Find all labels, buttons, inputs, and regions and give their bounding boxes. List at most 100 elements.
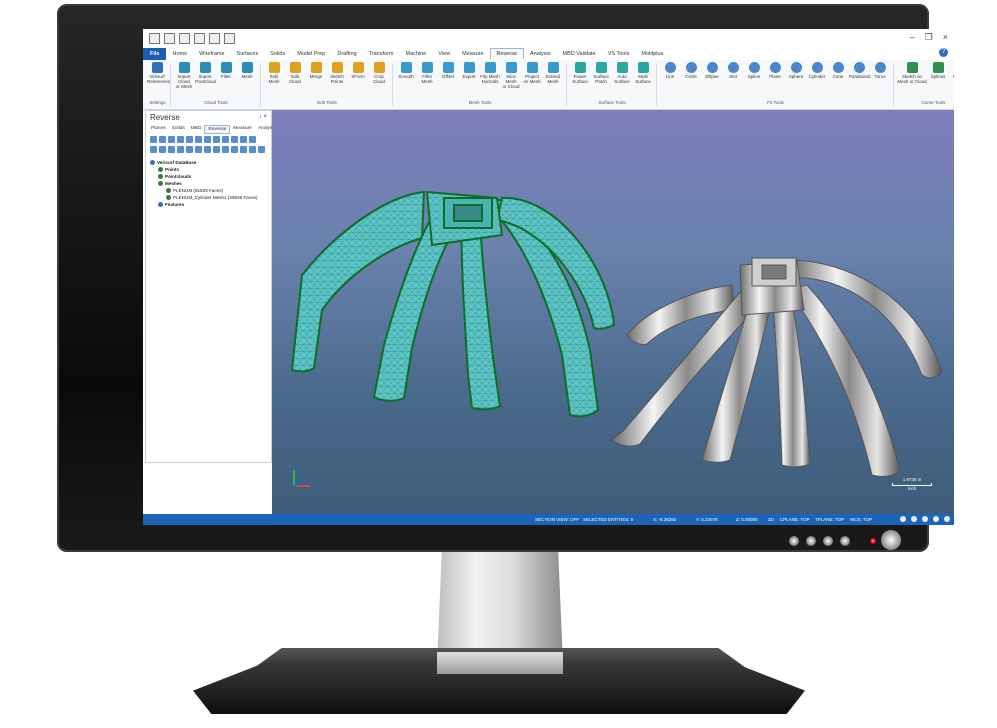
ribbon-tool-sketch-points[interactable]: Sketch Points	[327, 62, 347, 84]
ribbon-tool-filter[interactable]: Filter	[216, 62, 236, 79]
panel-tab-reverse[interactable]: Reverse	[204, 125, 231, 134]
ribbon-tool-curve-fill[interactable]: Curve Fill	[949, 62, 954, 84]
tab-moldplus[interactable]: Moldplus	[635, 49, 669, 59]
panel-tool-icon[interactable]	[195, 136, 202, 143]
ribbon-tool-merge[interactable]: Merge	[306, 62, 326, 79]
ribbon-tool-mesh[interactable]: Mesh	[237, 62, 257, 79]
ribbon-tool-offset[interactable]: Offset	[438, 62, 458, 79]
panel-tool-icon[interactable]	[249, 136, 256, 143]
panel-tool-icon[interactable]	[150, 136, 157, 143]
panel-tab-mbd[interactable]: MBD	[188, 125, 205, 134]
ribbon-tool-export[interactable]: Export	[459, 62, 479, 79]
print-icon[interactable]	[194, 33, 205, 44]
tree-node-points[interactable]: Points	[150, 166, 258, 173]
ribbon-tool-sketch-on-mesh-or-cloud[interactable]: Sketch on Mesh or Cloud	[897, 62, 927, 84]
ribbon-tool-flip-mesh-normals[interactable]: Flip Mesh Normals	[480, 62, 500, 84]
new-file-icon[interactable]	[149, 33, 160, 44]
undo-icon[interactable]	[209, 33, 220, 44]
tab-model-prep[interactable]: Model Prep	[291, 49, 331, 59]
tree-node-pointclouds[interactable]: Pointclouds	[150, 173, 258, 180]
close-icon[interactable]: ×	[943, 32, 948, 43]
tab-wireframe[interactable]: Wireframe	[193, 49, 230, 59]
panel-tab-planes[interactable]: Planes	[148, 125, 169, 134]
panel-tool-icon[interactable]	[159, 136, 166, 143]
panel-tool-icon[interactable]	[186, 136, 193, 143]
ribbon-tool-power-surface[interactable]: Power Surface	[570, 62, 590, 84]
tab-solids[interactable]: Solids	[264, 49, 291, 59]
panel-tool-icon[interactable]	[258, 146, 265, 153]
ribbon-tool-xform[interactable]: XForm	[348, 62, 368, 79]
monitor-button[interactable]	[806, 536, 816, 546]
panel-tool-icon[interactable]	[222, 136, 229, 143]
ribbon-tool-spline[interactable]: Spline	[744, 62, 764, 79]
tree-node-mesh-plenum-cylinder[interactable]: PLENUM_Cylinder Mesh1 (25826 Faces)	[150, 194, 258, 201]
monitor-button[interactable]	[823, 536, 833, 546]
ribbon-tool-extend-mesh[interactable]: Extend Mesh	[543, 62, 563, 84]
zoom-icon[interactable]	[933, 516, 939, 522]
ribbon-tool-surface-patch[interactable]: Surface Patch	[591, 62, 611, 84]
panel-tool-icon[interactable]	[150, 146, 157, 153]
wireframe-icon[interactable]	[911, 516, 917, 522]
minimize-icon[interactable]: –	[910, 32, 915, 43]
panel-tool-icon[interactable]	[159, 146, 166, 153]
graphics-viewport[interactable]: 1.9736 in Inch	[272, 110, 954, 514]
panel-pin-close[interactable]: ↓ ×	[259, 114, 267, 120]
tab-reverse[interactable]: Reverse	[489, 48, 525, 59]
ribbon-tool-plane[interactable]: Plane	[765, 62, 785, 79]
tab-analysis[interactable]: Analysis	[524, 49, 556, 59]
panel-tool-icon[interactable]	[168, 136, 175, 143]
cplane-status[interactable]: CPLANE: TOP	[780, 517, 810, 522]
panel-tool-icon[interactable]	[177, 136, 184, 143]
save-icon[interactable]	[164, 33, 175, 44]
panel-tool-icon[interactable]	[231, 146, 238, 153]
dimension-mode[interactable]: 3D	[768, 517, 774, 522]
power-button[interactable]	[881, 530, 901, 550]
tab-home[interactable]: Home	[166, 49, 193, 59]
ribbon-tool-sphere[interactable]: Sphere	[786, 62, 806, 79]
panel-tool-icon[interactable]	[222, 146, 229, 153]
panel-tab-solids[interactable]: Solids	[169, 125, 188, 134]
tab-drafting[interactable]: Drafting	[331, 49, 362, 59]
monitor-button[interactable]	[789, 536, 799, 546]
restore-icon[interactable]: ❐	[925, 32, 933, 43]
panel-tool-icon[interactable]	[240, 146, 247, 153]
ribbon-tool-paraboloid[interactable]: Paraboloid	[849, 62, 871, 79]
tab-vs-tools[interactable]: VS Tools	[602, 49, 636, 59]
ribbon-tool-import-pointcloud[interactable]: Import Pointcloud	[195, 62, 216, 84]
help-icon[interactable]: ?	[939, 48, 948, 57]
tab-measure[interactable]: Measure	[456, 49, 489, 59]
panel-tool-icon[interactable]	[231, 136, 238, 143]
ribbon-tool-torus[interactable]: Torus	[870, 62, 890, 79]
panel-tool-icon[interactable]	[240, 136, 247, 143]
wcs-status[interactable]: WCS: TOP	[850, 517, 872, 522]
tab-surfaces[interactable]: Surfaces	[231, 49, 265, 59]
view-icon[interactable]	[900, 516, 906, 522]
ribbon-tool-smooth[interactable]: Smooth	[396, 62, 416, 79]
monitor-button[interactable]	[840, 536, 850, 546]
settings-icon[interactable]	[944, 516, 950, 522]
panel-tool-icon[interactable]	[249, 146, 256, 153]
panel-tool-icon[interactable]	[204, 146, 211, 153]
ribbon-tool-cylinder[interactable]: Cylinder	[807, 62, 827, 79]
ribbon-tool-fillet-mesh[interactable]: Fillet Mesh	[417, 62, 437, 84]
panel-tool-icon[interactable]	[177, 146, 184, 153]
tree-node-features[interactable]: Features	[150, 201, 258, 208]
tab-transform[interactable]: Transform	[363, 49, 400, 59]
tree-node-meshes[interactable]: Meshes	[150, 180, 258, 187]
tplane-status[interactable]: TPLANE: TOP	[815, 517, 844, 522]
ribbon-tool-slice-mesh-or-cloud[interactable]: Slice Mesh or Cloud	[501, 62, 521, 89]
ribbon-tool-cone[interactable]: Cone	[828, 62, 848, 79]
ribbon-tool-splines[interactable]: Splines	[928, 62, 948, 79]
ribbon-tool-slot[interactable]: Slot	[723, 62, 743, 79]
ribbon-tool-import-cloud-or-mesh[interactable]: Import Cloud or Mesh	[174, 62, 194, 89]
open-icon[interactable]	[179, 33, 190, 44]
ribbon-tool-verisurf-references[interactable]: Verisurf References	[147, 62, 170, 84]
tree-node-mesh-plenum[interactable]: PLENUM (81829 Faces)	[150, 187, 258, 194]
redo-icon[interactable]	[224, 33, 235, 44]
tree-node-database[interactable]: Verisurf DataBase	[150, 159, 258, 166]
panel-tool-icon[interactable]	[186, 146, 193, 153]
tab-machine[interactable]: Machine	[400, 49, 433, 59]
panel-tab-measure[interactable]: Measure	[230, 125, 255, 134]
panel-tool-icon[interactable]	[213, 136, 220, 143]
ribbon-tool-line[interactable]: Line	[660, 62, 680, 79]
